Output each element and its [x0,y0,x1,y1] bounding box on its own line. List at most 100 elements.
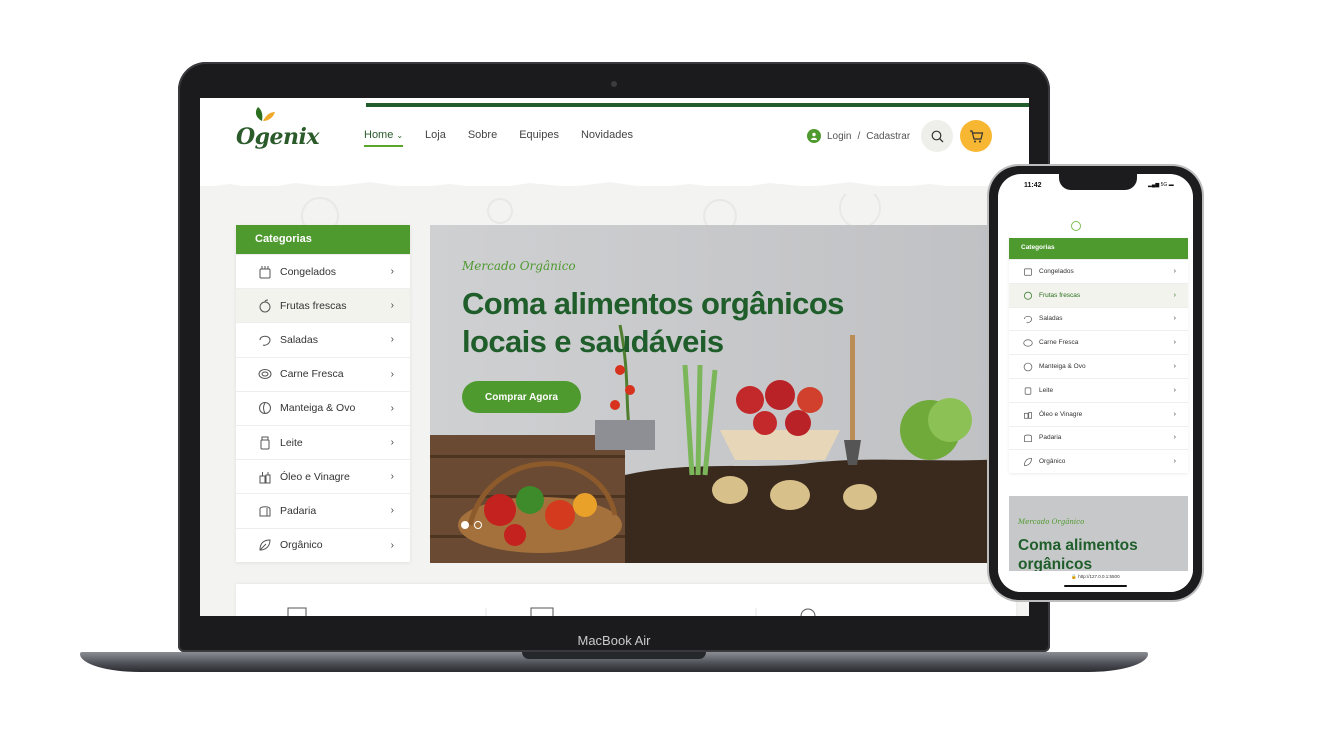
chevron-right-icon: › [390,437,394,449]
phone-time: 11:42 [1024,182,1042,189]
phone-category-carne-fresca[interactable]: Carne Fresca › [1009,330,1188,354]
bread-icon [256,502,274,520]
account-links: Login / Cadastrar [807,129,910,143]
battery-icon: ▬ [1168,182,1174,188]
lock-icon: 🔒 [1071,574,1078,579]
hero-title: Coma alimentos orgânicos locais e saudáv… [462,286,844,359]
category-label: Óleo e Vinagre [1039,410,1083,418]
torn-paper-edge [200,182,1029,194]
phone-category-padaria[interactable]: Padaria › [1009,425,1188,450]
fruit-icon [1024,291,1032,300]
categories-header: Categorias [236,225,410,254]
category-organico[interactable]: Orgânico › [236,527,410,562]
chevron-right-icon: › [390,471,394,483]
carousel-dot[interactable] [474,521,482,529]
chevron-right-icon: › [1173,315,1176,323]
hero-banner: Mercado Orgânico Coma alimentos orgânico… [430,225,1029,563]
category-manteiga-ovo[interactable]: Manteiga & Ovo › [236,390,410,425]
category-saladas[interactable]: Saladas › [236,322,410,356]
cart-button[interactable] [960,120,992,152]
carousel-dot[interactable] [461,521,469,529]
phone-category-manteiga-ovo[interactable]: Manteiga & Ovo › [1009,354,1188,378]
category-frutas-frescas[interactable]: Frutas frescas › [236,288,410,323]
chevron-right-icon: › [390,266,394,278]
phone-hero-subtitle: Mercado Orgânico [1018,518,1085,526]
category-label: Padaria [280,504,317,517]
egg-icon [256,399,274,417]
category-padaria[interactable]: Padaria › [236,493,410,527]
chevron-right-icon: › [1173,434,1176,442]
nav-loja[interactable]: Loja [425,129,446,147]
leaf-icon [1024,457,1032,466]
nav-novidades[interactable]: Novidades [581,129,633,147]
phone-category-saladas[interactable]: Saladas › [1009,306,1188,331]
category-label: Leite [1039,386,1054,394]
phone-status: ▂▄▆ 5G ▬ [1148,182,1174,188]
search-icon [931,130,943,142]
phone-logo-icon [1071,221,1081,231]
frozen-icon [256,263,274,281]
phone-category-frutas-frescas[interactable]: Frutas frescas › [1009,282,1188,307]
leaf-logo-icon [255,107,275,121]
category-label: Orgânico [280,539,323,552]
category-label: Frutas frescas [280,299,347,312]
chevron-right-icon: › [390,300,394,312]
category-congelados[interactable]: Congelados › [236,254,410,288]
chevron-right-icon: › [1173,386,1176,394]
features-strip [236,584,1016,616]
chevron-right-icon: › [390,334,394,346]
phone-categories-panel: Categorias Congelados › Frutas frescas › S… [1009,238,1188,474]
nav-home-label: Home [364,129,394,141]
chevron-right-icon: › [1173,410,1176,418]
category-oleo-vinagre[interactable]: Óleo e Vinagre › [236,459,410,493]
network-label: 5G [1160,182,1168,188]
header-accent-line [366,103,1029,107]
category-label: Padaria [1039,434,1062,442]
logo-text: Ogenix [236,124,320,150]
category-carne-fresca[interactable]: Carne Fresca › [236,356,410,391]
phone-screen: 11:42 ▂▄▆ 5G ▬ Categorias Congelados › Fr… [998,174,1193,592]
salad-icon [1024,315,1032,324]
login-link[interactable]: Login [827,131,851,142]
category-leite[interactable]: Leite › [236,424,410,459]
oil-icon [256,468,274,486]
phone-category-organico[interactable]: Orgânico › [1009,449,1188,473]
category-label: Carne Fresca [280,368,344,381]
bread-icon [1024,434,1032,442]
phone-home-indicator[interactable] [1064,585,1127,587]
category-label: Congelados [280,265,337,278]
category-label: Frutas frescas [1039,291,1081,299]
chevron-right-icon: › [390,402,394,414]
phone-category-congelados[interactable]: Congelados › [1009,259,1188,283]
phone-hero-banner: Mercado Orgânico Coma alimentos orgânico… [1009,496,1188,576]
milk-icon [1024,387,1032,396]
chevron-right-icon: › [1173,458,1176,466]
phone-category-leite[interactable]: Leite › [1009,377,1188,402]
salad-icon [256,331,274,349]
chevron-right-icon: › [1173,339,1176,347]
chevron-right-icon: › [1173,363,1176,371]
category-label: Manteiga & Ovo [280,402,356,415]
nav-sobre[interactable]: Sobre [468,129,497,147]
oil-icon [1024,412,1032,419]
site-logo[interactable]: Ogenix [236,107,320,150]
search-button[interactable] [921,120,953,152]
nav-equipes[interactable]: Equipes [519,129,559,147]
camera-dot [611,81,617,87]
chevron-right-icon: › [1173,291,1176,299]
chevron-right-icon: › [390,368,394,380]
phone-categories-header: Categorias [1009,238,1188,259]
nav-home[interactable]: Home ⌄ [364,129,404,147]
chevron-right-icon: › [390,505,394,517]
phone-hero-title: Coma alimentos orgânicos [1018,537,1138,573]
carousel-dots [461,521,482,529]
milk-icon [256,434,274,452]
meat-icon [1023,339,1033,347]
meat-icon [256,365,274,383]
leaf-icon [256,536,274,554]
login-separator: / [857,130,861,142]
shop-now-button[interactable]: Comprar Agora [462,381,581,413]
phone-category-oleo-vinagre[interactable]: Óleo e Vinagre › [1009,401,1188,426]
register-link[interactable]: Cadastrar [866,131,910,142]
phone-url-bar[interactable]: 🔒 http://127.0.0.1:5500 [998,571,1193,592]
